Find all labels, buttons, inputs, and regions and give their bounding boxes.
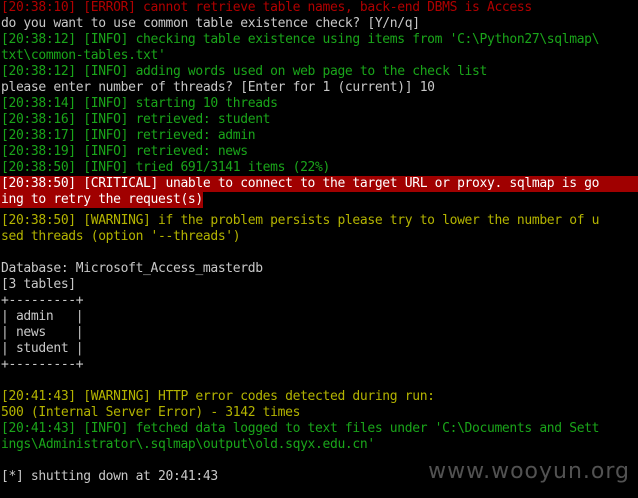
log-line-critical: ing to retry the request(s) [0,192,203,208]
log-line-warning: [20:41:43] [WARNING] HTTP error codes de… [1,389,435,404]
log-line-info: [20:38:12] [INFO] adding words used on w… [1,64,487,79]
log-line-info: [20:38:16] [INFO] retrieved: student [1,112,271,127]
log-line-warning: sed threads (option '--threads') [1,229,241,244]
log-line-info: [20:38:19] [INFO] retrieved: news [1,144,248,159]
watermark: www.wooyun.org [428,459,630,484]
log-line-info: txt\common-tables.txt' [1,48,166,63]
log-line-info: [20:38:12] [INFO] checking table existen… [1,32,600,47]
table-count: [3 tables] [1,277,76,292]
log-line-info: [20:38:17] [INFO] retrieved: admin [1,128,256,143]
log-line-info: [20:38:14] [INFO] starting 10 threads [1,96,278,111]
log-line-warning: 500 (Internal Server Error) - 3142 times [1,405,301,420]
console-window[interactable]: [20:38:10] [ERROR] cannot retrieve table… [0,0,638,498]
database-name: Database: Microsoft_Access_masterdb [1,261,263,276]
log-line-info: [20:41:43] [INFO] fetched data logged to… [1,421,600,436]
log-line-info: ings\Administrator\.sqlmap\output\old.sq… [1,437,375,452]
table-border: +---------+ [1,293,84,308]
prompt-line: please enter number of threads? [Enter f… [1,80,435,95]
log-line-info: [20:38:50] [INFO] tried 691/3141 items (… [1,160,330,175]
table-border: +---------+ [1,357,84,372]
prompt-line: do you want to use common table existenc… [1,16,420,31]
log-line-critical: [20:38:50] [CRITICAL] unable to connect … [0,176,638,192]
log-line-error: [20:38:10] [ERROR] cannot retrieve table… [1,0,532,15]
table-row: | student | [1,341,84,356]
table-row: | news | [1,325,84,340]
log-line-warning: [20:38:50] [WARNING] if the problem pers… [1,213,600,228]
table-row: | admin | [1,309,84,324]
